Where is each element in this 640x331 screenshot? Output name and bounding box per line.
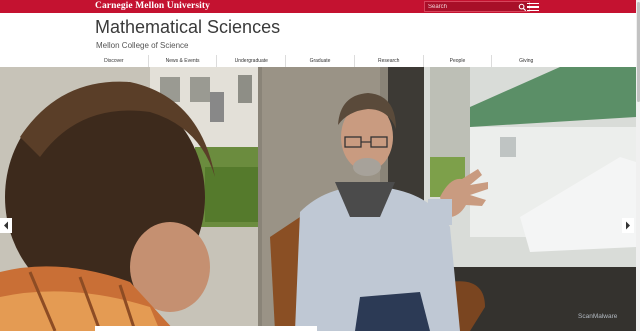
chevron-right-icon	[626, 221, 630, 230]
search-icon[interactable]	[518, 3, 527, 12]
nav-item-giving[interactable]: Giving	[492, 55, 560, 67]
scrollbar-thumb[interactable]	[636, 2, 640, 102]
search-box[interactable]	[424, 1, 530, 12]
site-subtitle[interactable]: Mellon College of Science	[96, 41, 189, 50]
hero-carousel	[0, 67, 636, 331]
hero-photo	[0, 67, 636, 331]
nav-item-undergraduate[interactable]: Undergraduate	[217, 55, 287, 67]
university-wordmark[interactable]: Carnegie Mellon University	[95, 1, 210, 11]
search-input[interactable]	[428, 2, 516, 11]
chevron-left-icon	[4, 221, 8, 230]
menu-icon[interactable]	[527, 3, 539, 11]
nav-item-graduate[interactable]: Graduate	[286, 55, 355, 67]
site-title[interactable]: Mathematical Sciences	[95, 17, 280, 38]
nav-item-research[interactable]: Research	[355, 55, 424, 67]
page-scrollbar[interactable]	[636, 0, 640, 331]
top-bar: Carnegie Mellon University	[0, 0, 640, 13]
watermark-text: ScanMalware	[578, 313, 618, 320]
carousel-next-button[interactable]	[622, 218, 634, 233]
hero-caption-panel	[95, 326, 317, 331]
carousel-prev-button[interactable]	[0, 218, 12, 233]
nav-item-people[interactable]: People	[424, 55, 493, 67]
nav-item-discover[interactable]: Discover	[80, 55, 149, 67]
main-nav: Discover News & Events Undergraduate Gra…	[80, 55, 560, 67]
nav-item-news-events[interactable]: News & Events	[149, 55, 218, 67]
